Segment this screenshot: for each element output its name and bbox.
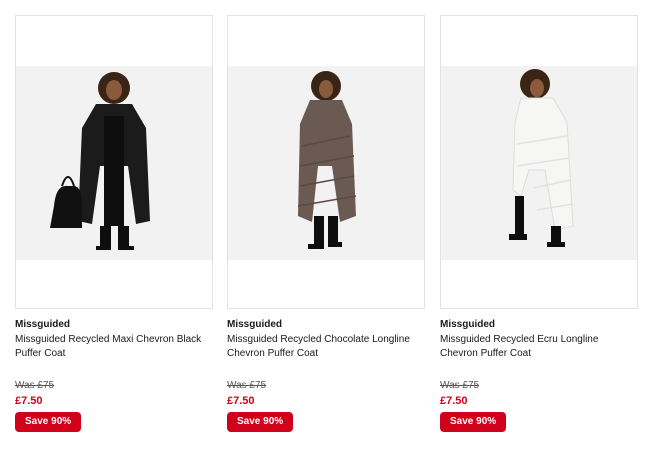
was-price: Was £75	[440, 380, 480, 391]
product-photo	[16, 66, 212, 260]
product-title-link[interactable]: Missguided Recycled Chocolate Longline C…	[227, 333, 417, 375]
product-title-link[interactable]: Missguided Recycled Maxi Chevron Black P…	[15, 333, 205, 375]
product-photo	[441, 66, 637, 260]
product-brand: Missguided	[227, 319, 283, 330]
product-grid: Missguided Missguided Recycled Maxi Chev…	[0, 0, 650, 471]
product-image-link[interactable]	[227, 15, 425, 309]
was-price: Was £75	[227, 380, 267, 391]
sale-price: £7.50	[440, 395, 468, 407]
was-price: Was £75	[15, 380, 55, 391]
sale-price: £7.50	[15, 395, 43, 407]
save-badge: Save 90%	[227, 412, 294, 432]
product-card[interactable]: Missguided Missguided Recycled Chocolate…	[227, 15, 425, 432]
product-photo	[228, 66, 424, 260]
product-brand: Missguided	[15, 319, 71, 330]
product-image-link[interactable]	[15, 15, 213, 309]
product-card[interactable]: Missguided Missguided Recycled Ecru Long…	[440, 15, 638, 432]
product-title-link[interactable]: Missguided Recycled Ecru Longline Chevro…	[440, 333, 630, 375]
sale-price: £7.50	[227, 395, 255, 407]
product-card[interactable]: Missguided Missguided Recycled Maxi Chev…	[15, 15, 213, 432]
product-brand: Missguided	[440, 319, 496, 330]
product-image-link[interactable]	[440, 15, 638, 309]
save-badge: Save 90%	[440, 412, 507, 432]
save-badge: Save 90%	[15, 412, 82, 432]
